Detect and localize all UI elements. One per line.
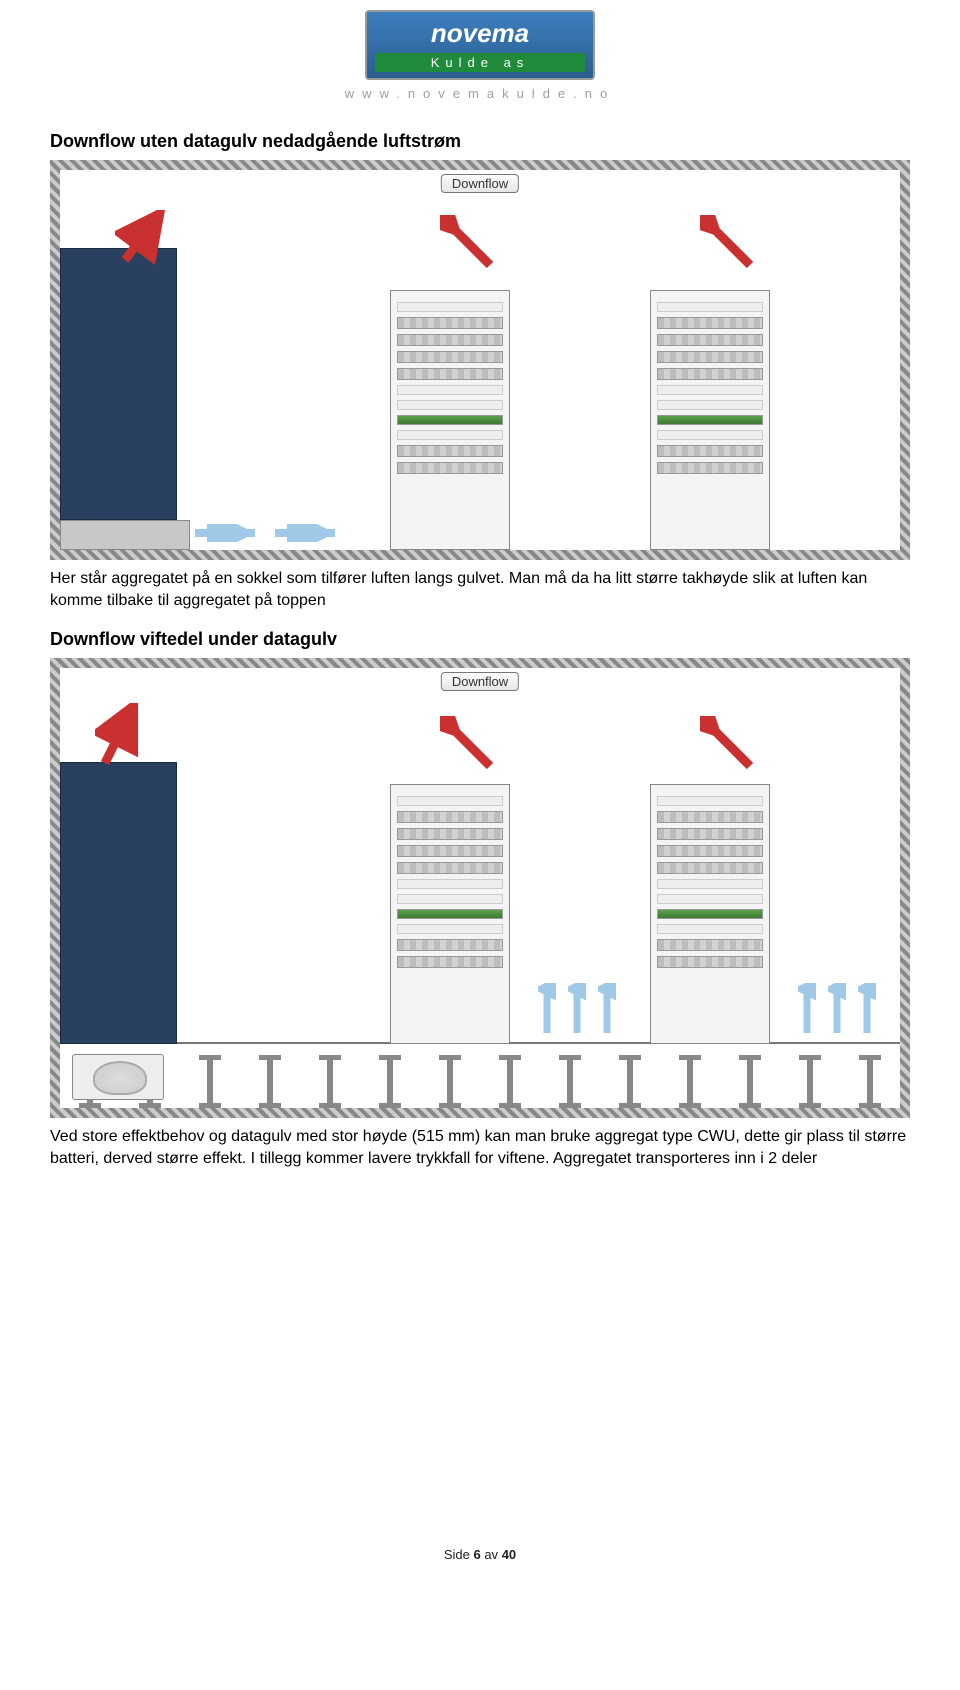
hot-air-arrow-icon bbox=[115, 210, 165, 270]
logo-sub: Kulde as bbox=[375, 53, 585, 72]
diagram-downflow-no-floor: Downflow bbox=[50, 160, 910, 560]
server-rack bbox=[390, 784, 510, 1044]
logo: novema Kulde as bbox=[365, 10, 595, 80]
website-url: www.novemakulde.no bbox=[50, 80, 910, 119]
cold-air-up-arrow-icon bbox=[828, 983, 846, 1038]
footer-sep: av bbox=[481, 1547, 502, 1562]
logo-brand: novema bbox=[367, 12, 593, 49]
diagram-badge: Downflow bbox=[441, 174, 519, 193]
cooling-unit bbox=[60, 248, 177, 520]
fan-unit bbox=[72, 1054, 164, 1100]
section1-title: Downflow uten datagulv nedadgående lufts… bbox=[50, 131, 910, 152]
diagram-downflow-raised-floor: Downflow bbox=[50, 658, 910, 1118]
cold-air-up-arrow-icon bbox=[568, 983, 586, 1038]
footer-prefix: Side bbox=[444, 1547, 474, 1562]
server-rack bbox=[390, 290, 510, 550]
hot-air-arrow-icon bbox=[440, 716, 500, 776]
cold-air-up-arrow-icon bbox=[538, 983, 556, 1038]
cold-air-up-arrow-icon bbox=[858, 983, 876, 1038]
section2-title: Downflow viftedel under datagulv bbox=[50, 629, 910, 650]
section1-text: Her står aggregatet på en sokkel som til… bbox=[50, 568, 910, 611]
hot-air-arrow-icon bbox=[700, 716, 760, 776]
page-footer: Side 6 av 40 bbox=[50, 1187, 910, 1562]
server-rack bbox=[650, 784, 770, 1044]
cold-air-arrow-icon bbox=[195, 524, 265, 542]
hot-air-arrow-icon bbox=[440, 215, 500, 275]
plinth bbox=[60, 520, 190, 550]
footer-page: 6 bbox=[473, 1547, 480, 1562]
cold-air-up-arrow-icon bbox=[598, 983, 616, 1038]
footer-total: 40 bbox=[502, 1547, 516, 1562]
hot-air-arrow-icon bbox=[700, 215, 760, 275]
server-rack bbox=[650, 290, 770, 550]
section2-text: Ved store effektbehov og datagulv med st… bbox=[50, 1126, 910, 1169]
cold-air-arrow-icon bbox=[275, 524, 345, 542]
cold-air-up-arrow-icon bbox=[798, 983, 816, 1038]
raised-floor bbox=[60, 1042, 900, 1108]
diagram-badge: Downflow bbox=[441, 672, 519, 691]
hot-air-arrow-icon bbox=[95, 703, 145, 773]
cooling-unit bbox=[60, 762, 177, 1044]
